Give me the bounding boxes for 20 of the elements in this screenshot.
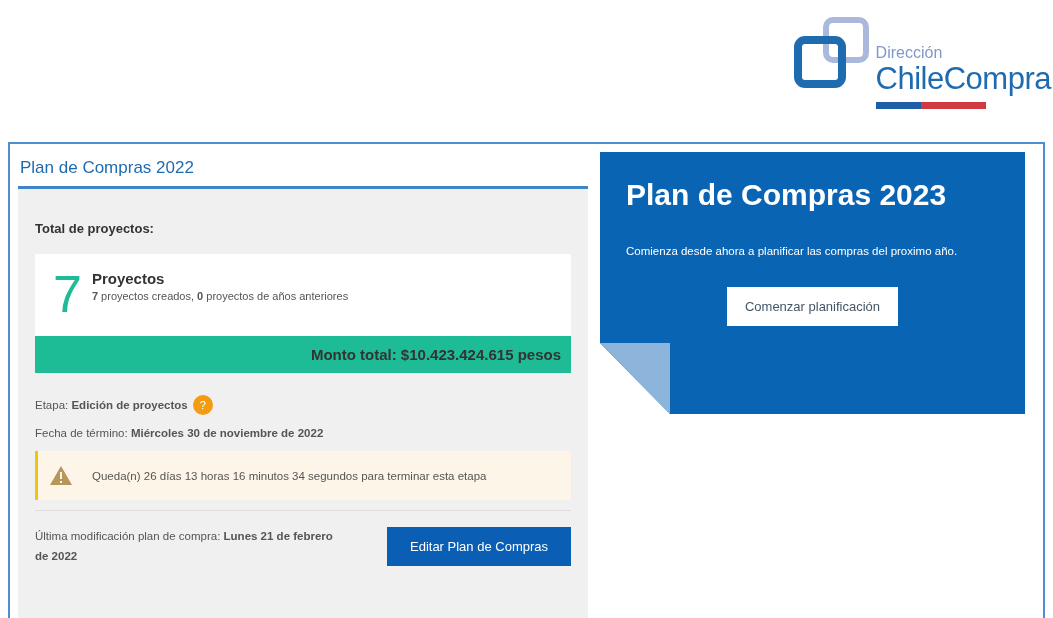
page-fold-drawing	[600, 343, 670, 414]
project-count: 7	[53, 268, 82, 320]
warning-icon	[50, 466, 72, 485]
logo-subtitle: Dirección	[875, 44, 944, 62]
promo-title: Plan de Compras 2023	[626, 178, 947, 212]
edit-plan-button[interactable]: Editar Plan de Compras	[387, 526, 571, 566]
panel-title: Plan de Compras 2022	[20, 158, 194, 177]
projects-label: Proyectos	[91, 270, 166, 287]
total-amount-bar: Monto total: $10.423.424.615 pesos	[35, 336, 571, 373]
logo-squares-icon	[791, 15, 872, 91]
promo-text: Comienza desde ahora a planificar las compras del proximo año.	[626, 244, 959, 259]
projects-detail: 7 proyectos creados, 0 proyectos de años anteriores	[91, 290, 349, 302]
warning-text: Queda(n) 26 días 13 horas 16 minutos 34 segundos para terminar esta etapa	[92, 469, 487, 482]
start-planning-button[interactable]: Comenzar planificación	[726, 287, 899, 326]
end-date-text: Fecha de término: Miércoles 30 de noviembre de 2022	[35, 427, 324, 439]
logo-title: ChileCompra	[875, 62, 1051, 96]
last-modified-text: Última modificación plan de compra: Lunes 21 de febrero de 2022	[35, 529, 334, 564]
total-label: Total de proyectos:	[35, 221, 154, 236]
flag-stripe-icon	[875, 102, 986, 109]
stage-text: Etapa: Edición de proyectos	[35, 399, 188, 411]
